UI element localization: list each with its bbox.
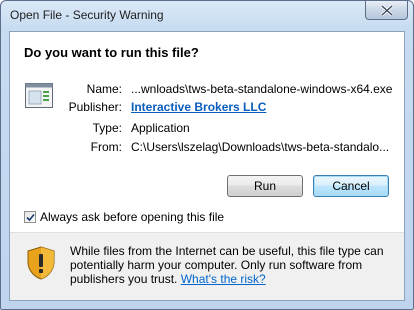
type-label: Type: — [92, 121, 122, 135]
warning-message: While files from the Internet can be use… — [70, 244, 390, 286]
title-bar[interactable]: Open File - Security Warning — [1, 1, 413, 31]
whats-the-risk-link[interactable]: What's the risk? — [181, 272, 266, 286]
close-button[interactable] — [365, 1, 408, 20]
warning-panel: While files from the Internet can be use… — [10, 232, 404, 300]
window-title: Open File - Security Warning — [10, 8, 164, 22]
security-warning-window: Open File - Security Warning Do you want… — [0, 0, 414, 310]
always-ask-checkbox[interactable] — [24, 211, 36, 223]
close-icon — [381, 5, 393, 16]
from-value: C:\Users\lszelag\Downloads\tws-beta-stan… — [131, 140, 390, 154]
checkmark-icon — [26, 213, 35, 222]
name-value: ...wnloads\tws-beta-standalone-windows-x… — [131, 82, 393, 96]
security-shield-icon — [27, 246, 55, 280]
from-label: From: — [90, 140, 122, 154]
run-button[interactable]: Run — [227, 175, 303, 197]
publisher-label: Publisher: — [68, 100, 122, 114]
always-ask-label[interactable]: Always ask before opening this file — [40, 210, 224, 224]
name-label: Name: — [86, 82, 122, 96]
type-value: Application — [131, 121, 190, 135]
publisher-link[interactable]: Interactive Brokers LLC — [131, 100, 266, 114]
dialog-body: Do you want to run this file? Name: ...w… — [9, 31, 405, 301]
cancel-button[interactable]: Cancel — [313, 175, 389, 197]
dialog-question: Do you want to run this file? — [24, 45, 199, 60]
